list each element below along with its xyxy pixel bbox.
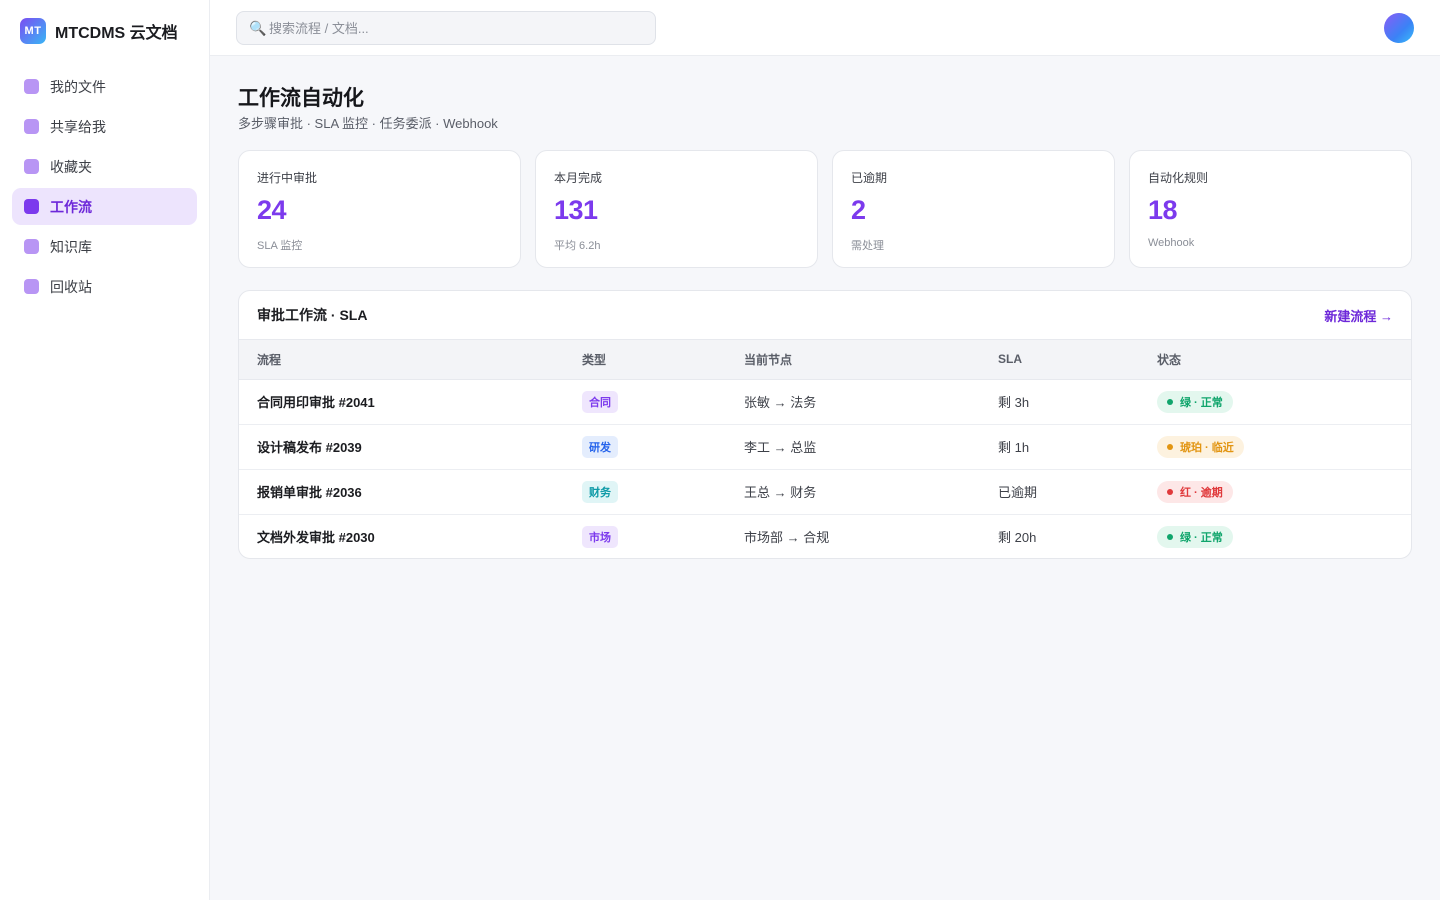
status-dot-icon [1167,443,1173,450]
current-node: 李工 → 总监 [744,424,998,470]
status-badge: 绿 · 正常 [1157,390,1233,413]
workflow-name: 文档外发审批 #2030 [257,530,375,546]
folder-icon [24,79,39,94]
status-badge: 琥珀 · 临近 [1157,435,1244,458]
current-node: 张敏 → 法务 [744,379,998,425]
stat-note: SLA 监控 [257,240,303,252]
stat-value: 24 [257,195,287,225]
sidebar-item-shared[interactable]: 共享给我 [12,108,197,145]
table-header-row: 流程 类型 当前节点 SLA 状态 [239,340,1411,380]
sidebar-item-trash[interactable]: 回收站 [12,268,197,305]
table-row[interactable]: 文档外发审批 #2030 市场 市场部 → 合规 剩 20h 绿 · 正常 [239,514,1411,558]
status-text: 琥珀 · 临近 [1180,441,1234,454]
search-input[interactable] [269,20,639,36]
status-text: 绿 · 正常 [1180,531,1223,544]
book-icon [24,239,39,254]
sla-value: 剩 20h [998,530,1037,546]
stat-label: 本月完成 [554,171,603,185]
sidebar-item-label: 工作流 [50,198,92,215]
column-header[interactable]: 状态 [1157,340,1411,380]
column-header[interactable]: 流程 [239,340,582,380]
star-icon [24,159,39,174]
stat-note: Webhook [1148,237,1195,249]
search-icon: 🔍 [249,19,267,36]
sidebar-item-knowledge[interactable]: 知识库 [12,228,197,265]
workflow-name: 合同用印审批 #2041 [239,379,582,425]
stat-card-rules[interactable]: 自动化规则 18 Webhook [1129,150,1412,268]
stat-note: 平均 6.2h [554,240,601,252]
status-badge: 红 · 逾期 [1157,480,1233,503]
stat-note: 需处理 [851,240,884,252]
stat-label: 自动化规则 [1148,171,1209,185]
sla-value: 已逾期 [998,469,1157,515]
status-text: 红 · 逾期 [1180,486,1223,499]
panel-title: 审批工作流 · SLA [257,307,368,323]
stat-value: 2 [851,195,866,225]
topbar: 🔍 [210,0,1440,56]
stats-row: 进行中审批 24 SLA 监控 本月完成 131 平均 6.2h 已逾期 2 需… [238,150,1412,268]
table-row[interactable]: 设计稿发布 #2039 研发 李工 → 总监 剩 1h 琥珀 · 临近 [239,424,1411,470]
sidebar-item-label: 收藏夹 [50,158,92,175]
table-row[interactable]: 报销单审批 #2036 财务 王总 → 财务 已逾期 红 · 逾期 [239,469,1411,515]
stat-card-overdue[interactable]: 已逾期 2 需处理 [832,150,1115,268]
sidebar-item-label: 回收站 [50,278,92,295]
sidebar-item-workflow[interactable]: 工作流 [12,188,197,225]
current-node: 王总 → 财务 [744,469,998,515]
sidebar-item-label: 知识库 [50,238,92,255]
status-badge: 绿 · 正常 [1157,525,1233,548]
stat-label: 已逾期 [851,171,888,185]
stat-value: 131 [554,195,598,225]
column-header[interactable]: SLA [998,340,1157,380]
stat-card-completed[interactable]: 本月完成 131 平均 6.2h [535,150,818,268]
avatar[interactable] [1384,13,1414,43]
column-header[interactable]: 类型 [582,340,744,380]
page-title: 工作流自动化 [238,87,364,110]
status-dot-icon [1167,533,1173,540]
sidebar-item-label: 我的文件 [50,78,106,95]
type-tag: 研发 [582,435,618,458]
workflow-name: 报销单审批 #2036 [239,469,582,515]
column-header[interactable]: 当前节点 [744,340,998,380]
stat-card-pending[interactable]: 进行中审批 24 SLA 监控 [238,150,521,268]
status-dot-icon [1167,398,1173,405]
brand-name: MTCDMS 云文档 [55,25,178,42]
sidebar-item-label: 共享给我 [50,118,106,135]
trash-icon [24,279,39,294]
current-node: 市场部 → 合规 [744,530,830,546]
workflow-table: 流程 类型 当前节点 SLA 状态 合同用印审批 #2041 合同 张敏 → 法… [239,340,1411,558]
sidebar: MT MTCDMS 云文档 我的文件 共享给我 收藏夹 工作流 知识库 回收站 [0,0,210,900]
sidebar-nav: 我的文件 共享给我 收藏夹 工作流 知识库 回收站 [12,68,197,308]
brand-logo: MT [20,18,46,44]
type-tag: 市场 [582,525,618,548]
table-row[interactable]: 合同用印审批 #2041 合同 张敏 → 法务 剩 3h 绿 · 正常 [239,379,1411,425]
search-box[interactable]: 🔍 [236,11,656,45]
page-subtitle: 多步骤审批 · SLA 监控 · 任务委派 · Webhook [238,116,498,131]
brand[interactable]: MT MTCDMS 云文档 [20,18,178,44]
workflow-icon [24,199,39,214]
status-text: 绿 · 正常 [1180,396,1223,409]
stat-value: 18 [1148,195,1178,225]
sla-value: 剩 1h [998,424,1157,470]
stat-label: 进行中审批 [257,171,318,185]
panel-header: 审批工作流 · SLA 新建流程 → [239,291,1411,340]
sidebar-item-favorites[interactable]: 收藏夹 [12,148,197,185]
type-tag: 财务 [582,480,618,503]
type-tag: 合同 [582,390,618,413]
sla-value: 剩 3h [998,379,1157,425]
new-workflow-link[interactable]: 新建流程 → [1324,306,1393,325]
status-dot-icon [1167,488,1173,495]
workflow-panel: 审批工作流 · SLA 新建流程 → 流程 类型 当前节点 SLA 状态 合同用… [238,290,1412,559]
share-icon [24,119,39,134]
workflow-name: 设计稿发布 #2039 [239,424,582,470]
sidebar-item-my-files[interactable]: 我的文件 [12,68,197,105]
